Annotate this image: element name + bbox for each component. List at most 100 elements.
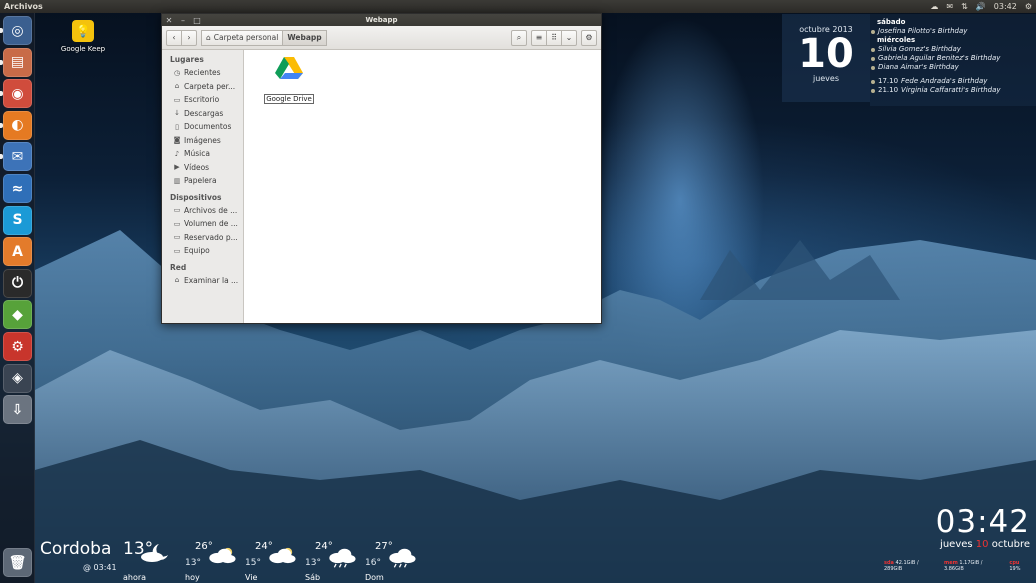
desktop-icon-google-keep[interactable]: 💡 Google Keep: [55, 20, 111, 53]
forward-button[interactable]: ›: [181, 29, 197, 46]
trash-icon: ▥: [173, 176, 181, 185]
installer-icon: ⇩: [11, 401, 24, 418]
event-title: Fede Andrada's Birthday: [901, 77, 988, 85]
sidebar-item[interactable]: ⌂ Examinar la ...: [162, 274, 243, 288]
window-titlebar[interactable]: ✕ – □ Webapp: [162, 14, 601, 26]
sidebar-item[interactable]: ◙ Imágenes: [162, 134, 243, 148]
launcher-item-chat[interactable]: ≈: [3, 174, 32, 203]
sidebar-item-label: Archivos de ...: [184, 205, 238, 215]
launcher-item-skype[interactable]: S: [3, 205, 32, 235]
calendar-event[interactable]: Diana Aimar's Birthday: [871, 63, 1036, 72]
launcher-item-trash[interactable]: 🗑: [3, 548, 32, 577]
calendar-widget: octubre 2013 10 jueves sábado Josefina Pi…: [782, 14, 1036, 106]
launcher-item-green-app[interactable]: ◆: [3, 300, 32, 330]
sidebar-item-label: Imágenes: [184, 135, 221, 145]
grid-view-button[interactable]: ⠿: [546, 29, 562, 46]
sysinfo-value: 19%: [1009, 566, 1021, 572]
sidebar-item-label: Documentos: [184, 122, 232, 132]
launcher-item-chrome[interactable]: ◉: [0, 79, 32, 109]
moon-cloud-icon: [141, 544, 168, 562]
launcher-item-software-center[interactable]: A: [3, 237, 32, 267]
file-name: Google Drive: [264, 94, 314, 104]
launcher-item-settings[interactable]: ⚙: [3, 332, 32, 361]
sidebar-item[interactable]: ♪ Música: [162, 147, 243, 161]
file-manager-window: ✕ – □ Webapp ‹ › ⌂ Carpeta personal Weba…: [161, 13, 602, 324]
clock-weekday: jueves: [940, 539, 973, 550]
computer-icon: ▭: [173, 246, 181, 255]
chevron-left-icon: ‹: [172, 33, 176, 42]
firefox-icon: ◐: [11, 117, 24, 134]
calendar-event[interactable]: Silvia Gomez's Birthday: [871, 45, 1036, 54]
event-dot-icon: [871, 88, 875, 93]
gear-icon[interactable]: ⚙: [1025, 0, 1032, 13]
view-options-button[interactable]: ⌄: [561, 29, 577, 46]
list-view-button[interactable]: ≡: [531, 29, 547, 46]
list-icon: ≡: [535, 33, 543, 42]
settings-button[interactable]: ⚙: [581, 29, 597, 46]
sidebar-item[interactable]: ▥ Papelera: [162, 174, 243, 188]
minimize-icon[interactable]: –: [176, 16, 190, 25]
launcher-item-dash[interactable]: ◎: [0, 16, 32, 45]
desktop-icon: ▭: [173, 95, 181, 104]
maximize-icon[interactable]: □: [190, 16, 204, 25]
sidebar-item-label: Descargas: [184, 108, 224, 118]
clock-date: jueves 10 octubre: [930, 539, 1030, 550]
forecast-day-label: hoy: [185, 573, 200, 582]
file-view[interactable]: Google Drive: [244, 50, 601, 323]
google-drive-icon: [275, 57, 303, 79]
breadcrumb-current[interactable]: Webapp: [282, 29, 327, 46]
launcher-item-firefox[interactable]: ◐: [0, 110, 32, 140]
event-title: Silvia Gomez's Birthday: [878, 45, 961, 53]
files-icon: ▤: [10, 54, 25, 71]
back-button[interactable]: ‹: [166, 29, 182, 46]
breadcrumb-home[interactable]: ⌂ Carpeta personal: [201, 29, 284, 46]
weather-indicator-icon[interactable]: ☁: [930, 0, 938, 13]
sidebar-item[interactable]: ⌂ Carpeta per...: [162, 80, 243, 94]
launcher-item-thunderbird[interactable]: ✉: [0, 142, 32, 172]
sidebar-item-label: Examinar la ...: [184, 275, 239, 285]
search-button[interactable]: ⌕: [511, 29, 527, 46]
sidebar-item[interactable]: ▯ Documentos: [162, 120, 243, 134]
view-buttons: ≡ ⠿ ⌄: [531, 29, 577, 46]
calendar-event[interactable]: Gabriela Aguilar Benitez's Birthday: [871, 54, 1036, 63]
launcher-item-power[interactable]: ⏻: [3, 268, 32, 298]
sidebar-item[interactable]: ▭ Equipo: [162, 244, 243, 258]
sidebar-item[interactable]: ▶ Vídeos: [162, 161, 243, 175]
file-item-google-drive[interactable]: Google Drive: [263, 56, 315, 105]
calendar-event[interactable]: 17.10 Fede Andrada's Birthday: [871, 77, 1036, 86]
rain-cloud-icon: [389, 548, 416, 568]
drive-icon: ▭: [173, 219, 181, 228]
settings-tools-icon: ⚙: [11, 338, 24, 355]
chevron-right-icon: ›: [187, 33, 191, 42]
active-app-title[interactable]: Archivos: [0, 0, 930, 13]
sidebar-item[interactable]: ▭ Archivos de ...: [162, 204, 243, 218]
event-title: Diana Aimar's Birthday: [878, 63, 959, 71]
close-icon[interactable]: ✕: [162, 16, 176, 25]
running-indicator: [0, 59, 3, 65]
sidebar-item[interactable]: ▭ Escritorio: [162, 93, 243, 107]
calendar-event[interactable]: Josefina Pilotto's Birthday: [871, 27, 1036, 36]
sidebar-item[interactable]: ▭ Volumen de ...: [162, 217, 243, 231]
rain-cloud-icon: [329, 548, 356, 568]
launcher-item-steam[interactable]: ◈: [3, 363, 32, 393]
calendar-weekday: jueves: [812, 74, 840, 83]
sidebar-item-label: Papelera: [184, 176, 217, 186]
network-indicator-icon[interactable]: ⇅: [961, 0, 968, 13]
mail-indicator-icon[interactable]: ✉: [946, 0, 953, 13]
sidebar-item[interactable]: ▭ Reservado p...: [162, 231, 243, 245]
launcher-item-installer[interactable]: ⇩: [3, 395, 32, 425]
sidebar-item[interactable]: ◷ Recientes: [162, 66, 243, 80]
calendar-event[interactable]: 21.10 Virginia Caffaratti's Birthday: [871, 86, 1036, 95]
event-dot-icon: [871, 29, 875, 34]
skype-icon: S: [12, 212, 23, 229]
sidebar-item[interactable]: ↓ Descargas: [162, 107, 243, 121]
launcher-item-files[interactable]: ▤: [0, 47, 32, 77]
chat-icon: ≈: [11, 180, 24, 197]
home-icon: ⌂: [206, 33, 211, 42]
forecast-day-label: Sáb: [305, 573, 321, 582]
event-title: Gabriela Aguilar Benitez's Birthday: [878, 54, 1001, 62]
volume-indicator-icon[interactable]: 🔊: [976, 0, 986, 13]
breadcrumb-current-label: Webapp: [287, 33, 322, 42]
panel-clock[interactable]: 03:42: [994, 0, 1017, 13]
desktop-clock: 03:42 jueves 10 octubre: [930, 505, 1036, 550]
